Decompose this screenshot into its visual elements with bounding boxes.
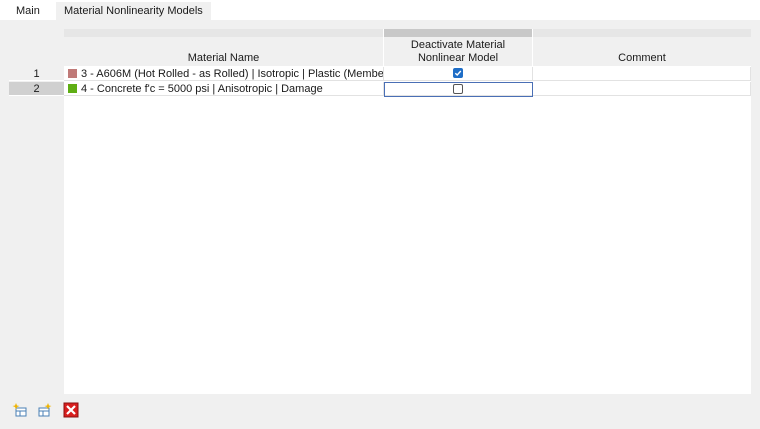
- tab-panel: Material Name Deactivate Material Nonlin…: [0, 20, 760, 429]
- material-color-swatch: [68, 84, 77, 93]
- material-color-swatch: [68, 69, 77, 78]
- add-row-button[interactable]: [12, 402, 28, 418]
- insert-row-button[interactable]: [37, 402, 53, 418]
- header-group-strip: [533, 29, 751, 37]
- cell-focus-outline: [384, 82, 533, 97]
- add-row-icon: [12, 403, 27, 417]
- material-name-text: 4 - Concrete f'c = 5000 psi | Anisotropi…: [81, 83, 323, 95]
- delete-icon: [63, 402, 79, 418]
- column-header-comment[interactable]: Comment: [533, 37, 751, 66]
- column-header-label-line1: Deactivate Material: [410, 39, 506, 51]
- tab-main[interactable]: Main: [8, 2, 48, 20]
- deactivate-cell: [384, 67, 533, 81]
- comment-cell[interactable]: [533, 67, 751, 81]
- material-name-cell[interactable]: 3 - A606M (Hot Rolled - as Rolled) | Iso…: [64, 67, 384, 81]
- column-header-material-name[interactable]: Material Name: [64, 37, 384, 66]
- material-name-text: 3 - A606M (Hot Rolled - as Rolled) | Iso…: [81, 68, 384, 80]
- materials-table: Material Name Deactivate Material Nonlin…: [9, 29, 751, 394]
- material-name-cell[interactable]: 4 - Concrete f'c = 5000 psi | Anisotropi…: [64, 82, 384, 96]
- header-group-strip: [64, 29, 383, 37]
- column-header-label: Deactivate Material Nonlinear Model: [411, 39, 505, 65]
- column-header-label: Material Name: [187, 52, 260, 64]
- comment-cell[interactable]: [533, 82, 751, 96]
- delete-button[interactable]: [63, 402, 79, 418]
- column-header-deactivate[interactable]: Deactivate Material Nonlinear Model: [384, 37, 533, 66]
- header-group-strip-selected: [384, 29, 532, 37]
- insert-row-icon: [38, 403, 52, 417]
- row-number[interactable]: 1: [9, 67, 64, 81]
- row-number-selected[interactable]: 2: [9, 82, 64, 96]
- tab-bar: Main Material Nonlinearity Models: [0, 0, 760, 20]
- tab-material-nonlinearity-models[interactable]: Material Nonlinearity Models: [56, 2, 211, 20]
- column-header-label: Comment: [618, 52, 666, 64]
- column-header-label-line2: Nonlinear Model: [417, 52, 499, 64]
- checkmark-icon: [454, 70, 462, 77]
- deactivate-checkbox-checked[interactable]: [453, 68, 463, 78]
